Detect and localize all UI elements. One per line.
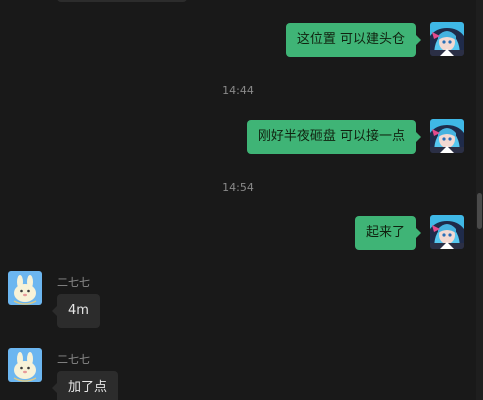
sender-name: 二七七 — [57, 276, 90, 289]
contact-avatar-icon[interactable] — [8, 348, 42, 382]
chat-message-list[interactable]: 这位置 可以建头仓 14:44 刚好半夜砸盘 可以接一点 14:54 起来了 二… — [0, 0, 476, 400]
timestamp: 14:54 — [222, 181, 254, 194]
self-avatar-icon[interactable] — [430, 215, 464, 249]
self-message-bubble[interactable]: 刚好半夜砸盘 可以接一点 — [246, 120, 422, 154]
previous-message-bubble — [57, 0, 187, 2]
contact-message-bubble[interactable]: 加了点 — [51, 371, 119, 400]
self-message-bubble[interactable]: 起来了 — [354, 216, 422, 250]
self-avatar-icon[interactable] — [430, 119, 464, 153]
self-avatar-icon[interactable] — [430, 22, 464, 56]
scrollbar-thumb[interactable] — [477, 193, 482, 229]
contact-message-bubble[interactable]: 4m — [52, 294, 100, 328]
contact-avatar-icon[interactable] — [8, 271, 42, 305]
sender-name: 二七七 — [57, 353, 90, 366]
scrollbar[interactable] — [476, 0, 483, 400]
timestamp: 14:44 — [222, 84, 254, 97]
self-message-bubble[interactable]: 这位置 可以建头仓 — [285, 23, 422, 57]
